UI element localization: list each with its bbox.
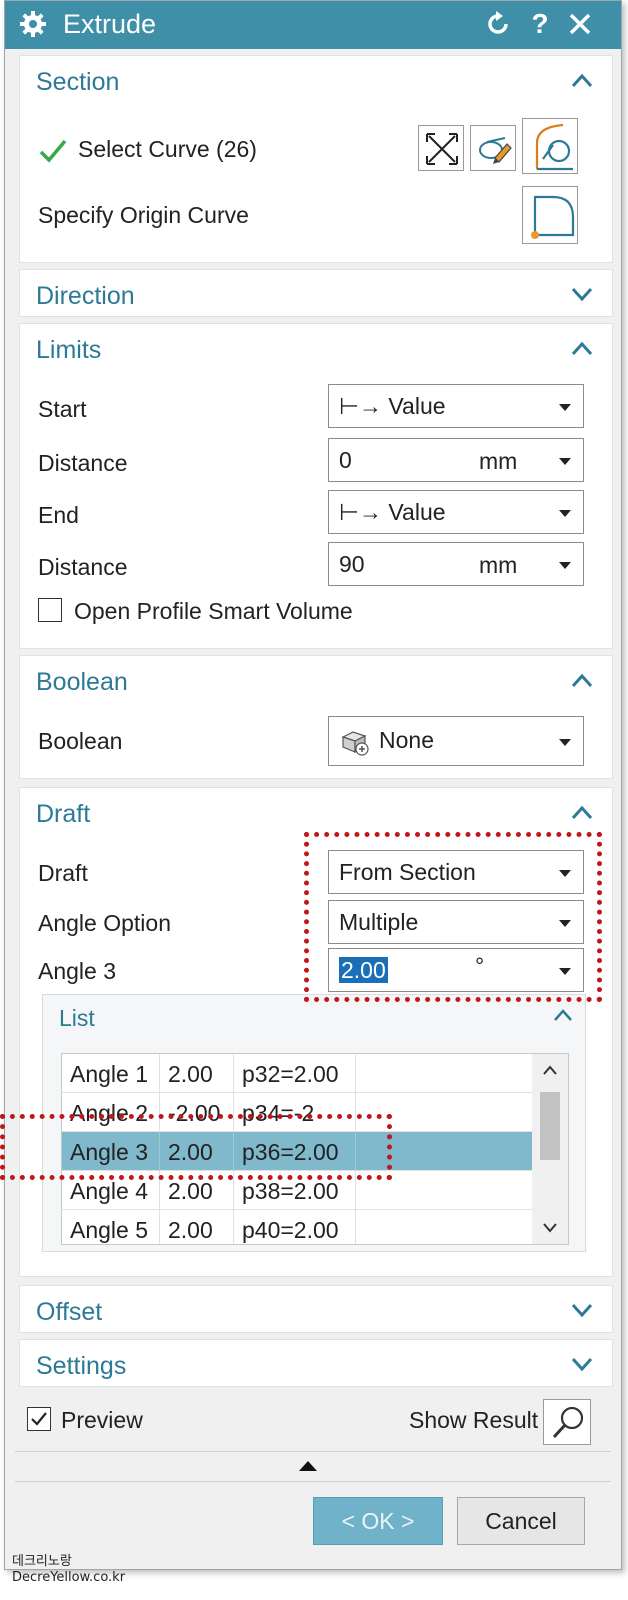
gear-icon[interactable] [19, 10, 47, 38]
chevron-down-icon[interactable] [570, 284, 594, 304]
angle-option-label: Angle Option [38, 910, 171, 936]
boolean-dropdown[interactable]: None [328, 716, 584, 766]
button-divider [15, 1481, 611, 1482]
limits-header[interactable]: Limits [20, 324, 612, 374]
settings-panel[interactable]: Settings [19, 1339, 613, 1387]
origin-curve-icon [531, 195, 575, 239]
caret-down-icon [559, 404, 571, 411]
end-value: ⊢→ Value [339, 499, 446, 525]
boolean-label: Boolean [38, 728, 123, 754]
chevron-up-icon[interactable] [570, 670, 594, 690]
list-cell-name: Angle 5 [62, 1210, 160, 1244]
highlight-box-angle3-row [0, 1114, 392, 1180]
boolean-none-icon [341, 731, 369, 756]
scroll-down-icon[interactable] [542, 1222, 558, 1234]
preview-checkbox[interactable] [27, 1407, 51, 1431]
end-label: End [38, 502, 79, 528]
chevron-up-icon[interactable] [570, 802, 594, 822]
help-icon[interactable]: ? [523, 7, 557, 41]
chevron-up-icon[interactable] [570, 70, 594, 90]
chevron-up-icon[interactable] [570, 338, 594, 358]
distance-end-value: 90 [339, 551, 365, 577]
sketch-section-button[interactable] [470, 125, 516, 171]
show-result-button[interactable] [543, 1399, 591, 1445]
extrude-dialog: Extrude ? Section Select Curve (26) Spec… [4, 0, 622, 1570]
reset-icon[interactable] [481, 7, 515, 41]
list-cell-name: Angle 1 [62, 1054, 160, 1093]
title-bar: Extrude ? [5, 1, 621, 49]
boolean-title: Boolean [36, 668, 128, 696]
chevron-up-icon[interactable] [553, 1007, 573, 1023]
section-title: Section [36, 68, 120, 96]
list-cell-value: 2.00 [160, 1054, 234, 1093]
scroll-up-icon[interactable] [542, 1064, 558, 1076]
distance-end-unit: mm [479, 552, 518, 578]
start-dropdown[interactable]: ⊢→ Value [328, 384, 584, 428]
checkmark-icon [39, 139, 67, 163]
distance-end-input[interactable]: 90 mm [328, 542, 584, 586]
collapse-arrow-icon[interactable] [297, 1459, 319, 1473]
draft-header[interactable]: Draft [20, 788, 612, 838]
show-result-label: Show Result [409, 1407, 539, 1433]
draft-label: Draft [38, 860, 88, 886]
draft-title: Draft [36, 800, 91, 828]
settings-title: Settings [36, 1352, 127, 1380]
chevron-down-icon[interactable] [570, 1300, 594, 1320]
sketch-pencil-icon [479, 137, 512, 164]
angle3-label: Angle 3 [38, 958, 117, 984]
chevron-down-icon[interactable] [570, 1354, 594, 1374]
caret-down-icon[interactable] [559, 458, 571, 465]
caret-down-icon[interactable] [559, 562, 571, 569]
start-label: Start [38, 396, 87, 422]
list-scrollbar[interactable] [532, 1054, 568, 1244]
start-value: ⊢→ Value [339, 393, 446, 419]
list-row[interactable]: Angle 1 2.00 p32=2.00 [62, 1054, 532, 1093]
caret-down-icon [559, 510, 571, 517]
cancel-button[interactable]: Cancel [457, 1497, 585, 1545]
boolean-header[interactable]: Boolean [20, 656, 612, 706]
distance-start-value: 0 [339, 447, 352, 473]
list-cell-expression: p32=2.00 [234, 1054, 356, 1093]
list-title: List [59, 1005, 95, 1031]
caret-down-icon [559, 739, 571, 746]
distance-end-label: Distance [38, 554, 128, 580]
select-curve-button[interactable] [522, 118, 578, 174]
curve-rule-button[interactable] [418, 125, 464, 171]
footer-divider [15, 1451, 611, 1452]
origin-curve-button[interactable] [522, 186, 578, 244]
select-curve-label[interactable]: Select Curve (26) [78, 136, 257, 163]
offset-title: Offset [36, 1298, 103, 1326]
magnifier-icon [552, 1406, 584, 1439]
cross-arrows-icon [426, 133, 458, 165]
end-dropdown[interactable]: ⊢→ Value [328, 490, 584, 534]
offset-panel[interactable]: Offset [19, 1285, 613, 1333]
direction-panel[interactable]: Direction [19, 269, 613, 317]
specify-origin-label: Specify Origin Curve [38, 202, 249, 228]
section-panel: Section Select Curve (26) Specify Origin… [19, 55, 613, 263]
distance-start-unit: mm [479, 448, 518, 474]
dialog-title: Extrude [63, 9, 157, 39]
preview-label[interactable]: Preview [61, 1407, 143, 1434]
scroll-thumb[interactable] [540, 1092, 560, 1160]
open-profile-label[interactable]: Open Profile Smart Volume [74, 598, 353, 625]
open-profile-checkbox[interactable] [38, 598, 62, 622]
highlight-box-draft-fields [304, 832, 602, 1002]
list-cell-value: 2.00 [160, 1210, 234, 1244]
watermark-line1: 데크리노랑 [12, 1554, 72, 1569]
distance-start-label: Distance [38, 450, 128, 476]
list-row[interactable]: Angle 5 2.00 p40=2.00 [62, 1210, 532, 1244]
limits-title: Limits [36, 336, 102, 364]
curve-select-icon [535, 123, 573, 171]
distance-start-input[interactable]: 0 mm [328, 438, 584, 482]
ok-button[interactable]: < OK > [313, 1497, 443, 1545]
boolean-panel: Boolean Boolean None [19, 655, 613, 779]
close-icon[interactable] [563, 7, 597, 41]
list-cell-expression: p40=2.00 [234, 1210, 356, 1244]
watermark-line2: DecreYellow.co.kr [12, 1570, 126, 1585]
limits-panel: Limits Start ⊢→ Value Distance 0 mm End … [19, 323, 613, 649]
section-header[interactable]: Section [20, 56, 612, 106]
boolean-value: None [379, 727, 434, 753]
direction-title: Direction [36, 282, 135, 310]
checkmark-icon [31, 1412, 47, 1426]
